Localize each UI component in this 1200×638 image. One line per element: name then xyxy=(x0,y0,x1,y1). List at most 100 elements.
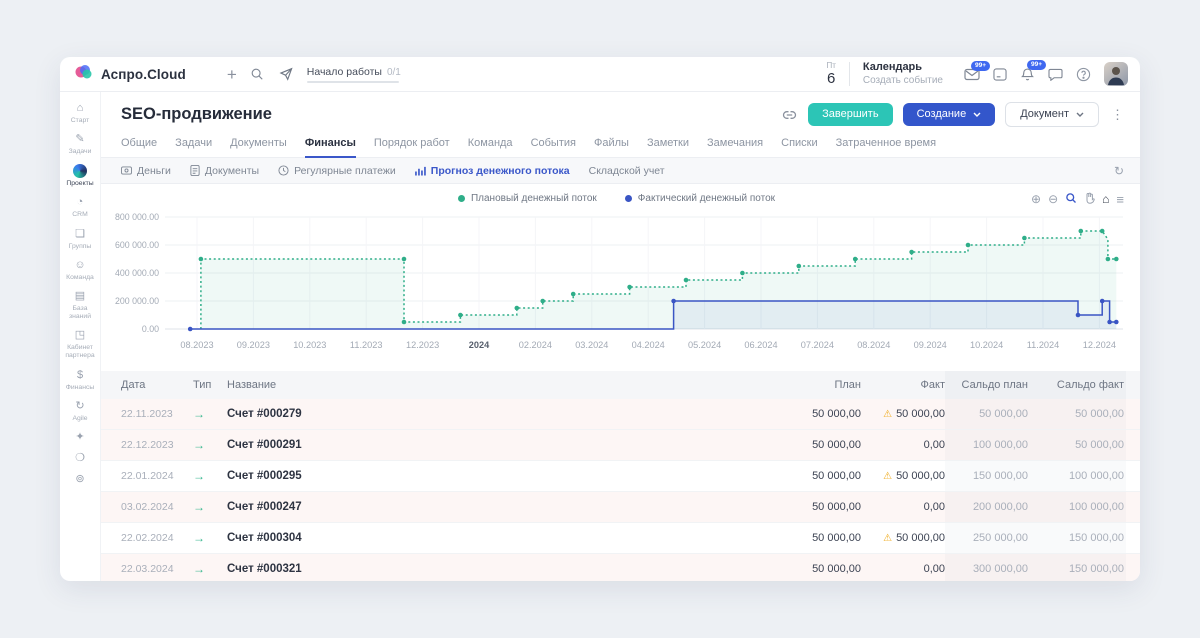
tab-Порядок работ[interactable]: Порядок работ xyxy=(374,137,450,158)
subtab-Регулярные платежи[interactable]: Регулярные платежи xyxy=(278,165,396,177)
box-zoom-icon[interactable] xyxy=(1065,192,1077,206)
table-row[interactable]: 22.12.2023→Счет #00029150 000,000,00100 … xyxy=(101,430,1140,461)
tab-События[interactable]: События xyxy=(531,137,576,158)
sidebar-item-extra-2[interactable]: ❍ xyxy=(60,452,100,465)
chat-icon[interactable] xyxy=(1048,68,1063,81)
document-button[interactable]: Документ xyxy=(1005,102,1099,127)
subtab-label: Деньги xyxy=(137,165,171,177)
tab-Финансы[interactable]: Финансы xyxy=(305,137,356,158)
table-row[interactable]: 22.03.2024→Счет #00032150 000,000,00300 … xyxy=(101,554,1140,581)
tab-Заметки[interactable]: Заметки xyxy=(647,137,689,158)
tab-Общие[interactable]: Общие xyxy=(121,137,157,158)
sidebar-item-crm[interactable]: ◔CRM xyxy=(60,196,100,219)
row-invoice-name[interactable]: Счет #000321 xyxy=(227,554,741,581)
row-saldo-fact: 100 000,00 xyxy=(1030,492,1126,522)
onboarding-label: Начало работы xyxy=(307,66,382,78)
user-avatar[interactable] xyxy=(1104,62,1128,86)
calendar-shortcut[interactable]: Календарь Создать событие xyxy=(863,61,943,87)
pan-icon[interactable] xyxy=(1084,192,1095,206)
today-date[interactable]: Пт 6 xyxy=(826,62,835,86)
col-date[interactable]: Дата xyxy=(121,371,193,399)
sidebar-item-knowledge-base[interactable]: ▤База знаний xyxy=(60,290,100,321)
onboarding-count: 0/1 xyxy=(387,67,401,78)
col-saldo-plan[interactable]: Сальдо план xyxy=(945,371,1030,399)
subtab-label: Прогноз денежного потока xyxy=(431,165,570,177)
subtab-Прогноз денежного потока[interactable]: Прогноз денежного потока xyxy=(415,165,570,177)
subtab-label: Регулярные платежи xyxy=(294,165,396,177)
y-tick-label: 0.00 xyxy=(142,324,159,334)
sidebar-item-extra-1[interactable]: ✦ xyxy=(60,431,100,444)
app-window: Аспро.Cloud + Начало работы 0/1 Пт 6 Кал… xyxy=(60,57,1140,581)
table-row[interactable]: 22.02.2024→Счет #00030450 000,00⚠50 000,… xyxy=(101,523,1140,554)
row-fact: 0,00 xyxy=(861,554,945,581)
tab-Задачи[interactable]: Задачи xyxy=(175,137,212,158)
brand[interactable]: Аспро.Cloud xyxy=(74,64,186,85)
col-plan[interactable]: План xyxy=(741,371,861,399)
finance-sub-toolbar: Деньги Документы Регулярные платежи Прогноз… xyxy=(101,158,1140,184)
y-tick-label: 200 000.00 xyxy=(115,296,159,306)
subtab-Документы[interactable]: Документы xyxy=(190,165,259,177)
sidebar-item-start[interactable]: ⌂Старт xyxy=(60,102,100,125)
sidebar-item-projects[interactable]: Проекты xyxy=(60,164,100,188)
col-name[interactable]: Название xyxy=(227,371,741,399)
onboarding-progress[interactable]: Начало работы 0/1 xyxy=(307,66,401,83)
sidebar-item-team[interactable]: ☺Команда xyxy=(60,259,100,282)
sidebar-item-extra-3[interactable]: ⊚ xyxy=(60,473,100,486)
table-row[interactable]: 22.11.2023→Счет #00027950 000,00⚠50 000,… xyxy=(101,399,1140,430)
col-type[interactable]: Тип xyxy=(193,371,227,399)
row-invoice-name[interactable]: Счет #000304 xyxy=(227,523,741,553)
day-abbr: Пт xyxy=(826,62,835,70)
subtab-Складской учет[interactable]: Складской учет xyxy=(589,165,665,177)
project-tabs: Общие Задачи Документы Финансы Порядок работ… xyxy=(101,127,1140,158)
sidebar-item-groups[interactable]: ❏Группы xyxy=(60,228,100,251)
sidebar-item-finance[interactable]: $Финансы xyxy=(60,369,100,392)
mail-icon[interactable]: 99+ xyxy=(964,68,980,81)
bell-icon[interactable]: 99+ xyxy=(1020,67,1035,82)
y-tick-label: 400 000.00 xyxy=(115,268,159,278)
sidebar-item-partner-cabinet[interactable]: ◳Кабинет партнера xyxy=(60,329,100,360)
row-invoice-name[interactable]: Счет #000247 xyxy=(227,492,741,522)
chevron-down-icon xyxy=(1076,112,1084,117)
help-icon[interactable] xyxy=(1076,67,1091,82)
search-icon[interactable] xyxy=(250,67,264,81)
more-actions-icon[interactable]: ⋮ xyxy=(1109,107,1126,123)
table-row[interactable]: 22.01.2024→Счет #00029550 000,00⚠50 000,… xyxy=(101,461,1140,492)
create-button[interactable]: Создание xyxy=(903,103,996,126)
legend-fact[interactable]: Фактический денежный поток xyxy=(625,193,775,204)
sidebar-item-tasks[interactable]: ✎Задачи xyxy=(60,133,100,156)
onboarding-plane-icon[interactable] xyxy=(279,67,294,81)
finish-button[interactable]: Завершить xyxy=(808,103,892,126)
subtab-Деньги[interactable]: Деньги xyxy=(121,165,171,177)
col-saldo-fact[interactable]: Сальдо факт xyxy=(1030,371,1126,399)
zoom-out-icon[interactable]: ⊖ xyxy=(1048,193,1058,205)
row-fact: ⚠50 000,00 xyxy=(861,399,945,429)
link-icon[interactable] xyxy=(781,109,798,121)
table-row[interactable]: 03.02.2024→Счет #00024750 000,000,00200 … xyxy=(101,492,1140,523)
tab-Документы[interactable]: Документы xyxy=(230,137,287,158)
cash-flow-chart[interactable]: 800 000.00600 000.00400 000.00200 000.00… xyxy=(107,209,1127,359)
row-invoice-name[interactable]: Счет #000295 xyxy=(227,461,741,491)
refresh-icon[interactable]: ↻ xyxy=(1114,164,1124,178)
legend-plan[interactable]: Плановый денежный поток xyxy=(458,193,597,204)
chart-menu-icon[interactable]: ≡ xyxy=(1116,193,1124,206)
left-sidebar: ⌂Старт ✎Задачи Проекты ◔CRM ❏Группы ☺Команда ▤… xyxy=(60,92,101,581)
tab-Файлы[interactable]: Файлы xyxy=(594,137,629,158)
add-icon[interactable]: + xyxy=(227,66,237,83)
sidebar-item-agile[interactable]: ↻Agile xyxy=(60,400,100,423)
tab-Замечания[interactable]: Замечания xyxy=(707,137,763,158)
reset-view-icon[interactable]: ⌂ xyxy=(1102,193,1109,205)
notes-icon[interactable] xyxy=(993,68,1007,81)
row-saldo-plan: 100 000,00 xyxy=(945,430,1030,460)
tasks-icon: ✎ xyxy=(75,133,84,146)
row-invoice-name[interactable]: Счет #000279 xyxy=(227,399,741,429)
row-invoice-name[interactable]: Счет #000291 xyxy=(227,430,741,460)
x-tick-label: 07.2024 xyxy=(801,340,834,350)
tab-Списки[interactable]: Списки xyxy=(781,137,818,158)
tab-Затраченное время[interactable]: Затраченное время xyxy=(836,137,936,158)
col-fact[interactable]: Факт xyxy=(861,371,945,399)
brand-name: Аспро.Cloud xyxy=(101,67,186,82)
tab-Команда[interactable]: Команда xyxy=(468,137,513,158)
zoom-in-icon[interactable]: ⊕ xyxy=(1031,193,1041,205)
sidebar-item-label: Старт xyxy=(71,117,89,125)
onboarding-progress-bar xyxy=(307,81,399,83)
